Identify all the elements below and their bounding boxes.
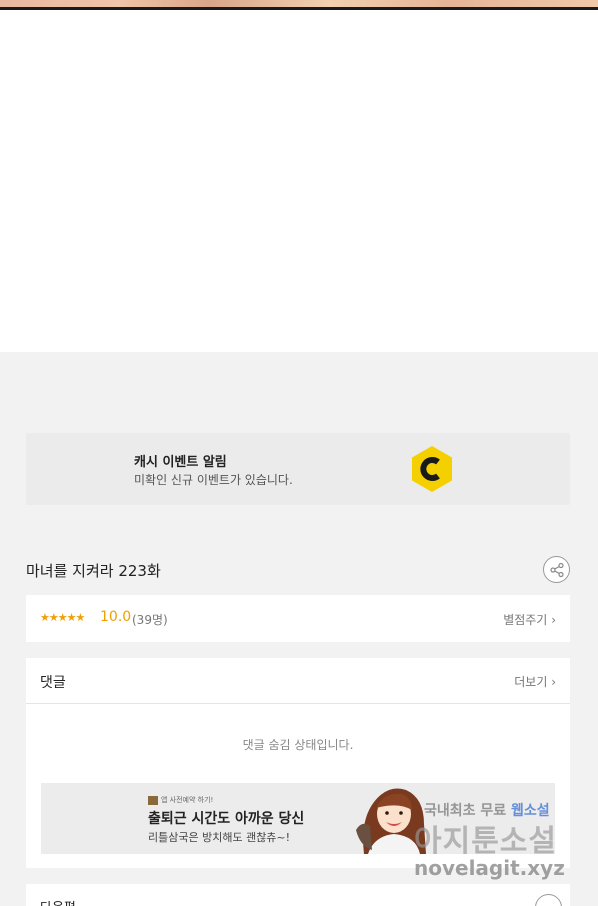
ad-sponsor-text: 앱 사전예약 하기!: [161, 796, 214, 804]
ad-sponsor: 앱 사전예약 하기!: [148, 795, 213, 805]
rating-score: 10.0: [100, 609, 132, 625]
share-button[interactable]: [543, 556, 570, 583]
episode-title: 마녀를 지켜라 223화: [26, 562, 161, 580]
comment-more-button[interactable]: 더보기 ›: [514, 673, 556, 690]
comment-hidden-message: 댓글 숨김 상태입니다.: [242, 738, 354, 752]
comic-image-bottom-edge: [0, 0, 598, 7]
comment-header: 댓글 더보기 ›: [26, 658, 570, 704]
comment-title: 댓글: [40, 675, 66, 691]
chevron-right-icon: ›: [551, 613, 556, 627]
previous-content-strip: [0, 0, 598, 10]
ad-banner[interactable]: 앱 사전예약 하기! 출퇴근 시간도 아까운 당신 리틀삼국은 방치해도 괜찮츄…: [41, 783, 555, 854]
cash-event-title: 캐시 이벤트 알림: [134, 455, 227, 470]
cash-coin-icon: [412, 446, 452, 492]
comment-more-label: 더보기: [514, 675, 548, 689]
next-episode-card[interactable]: 다음편: [26, 884, 570, 906]
rating-card: ★★★★★ 10.0 (39명) 별점주기 ›: [26, 595, 570, 642]
rating-count: (39명): [132, 613, 168, 627]
rate-button[interactable]: 별점주기 ›: [503, 611, 556, 628]
ad-character-image: [356, 788, 426, 854]
next-episode-title: 다음편: [40, 897, 76, 906]
next-episode-icon: [535, 894, 562, 906]
ad-headline: 출퇴근 시간도 아까운 당신: [148, 811, 305, 827]
comment-section: 댓글 더보기 › 댓글 숨김 상태입니다. 앱 사전예약 하기! 출퇴근 시간도…: [26, 658, 570, 868]
rating-stars-icon: ★★★★★: [40, 611, 85, 624]
comic-blank-panel: [0, 10, 598, 352]
ad-subtext: 리틀삼국은 방치해도 괜찮츄~!: [148, 831, 291, 844]
ad-app-icon: [148, 795, 158, 805]
cash-event-description: 미확인 신규 이벤트가 있습니다.: [134, 473, 293, 487]
rate-button-label: 별점주기: [503, 613, 548, 627]
share-icon: [549, 562, 564, 577]
cash-event-banner[interactable]: 캐시 이벤트 알림 미확인 신규 이벤트가 있습니다.: [26, 433, 570, 505]
chevron-right-icon: ›: [551, 675, 556, 689]
